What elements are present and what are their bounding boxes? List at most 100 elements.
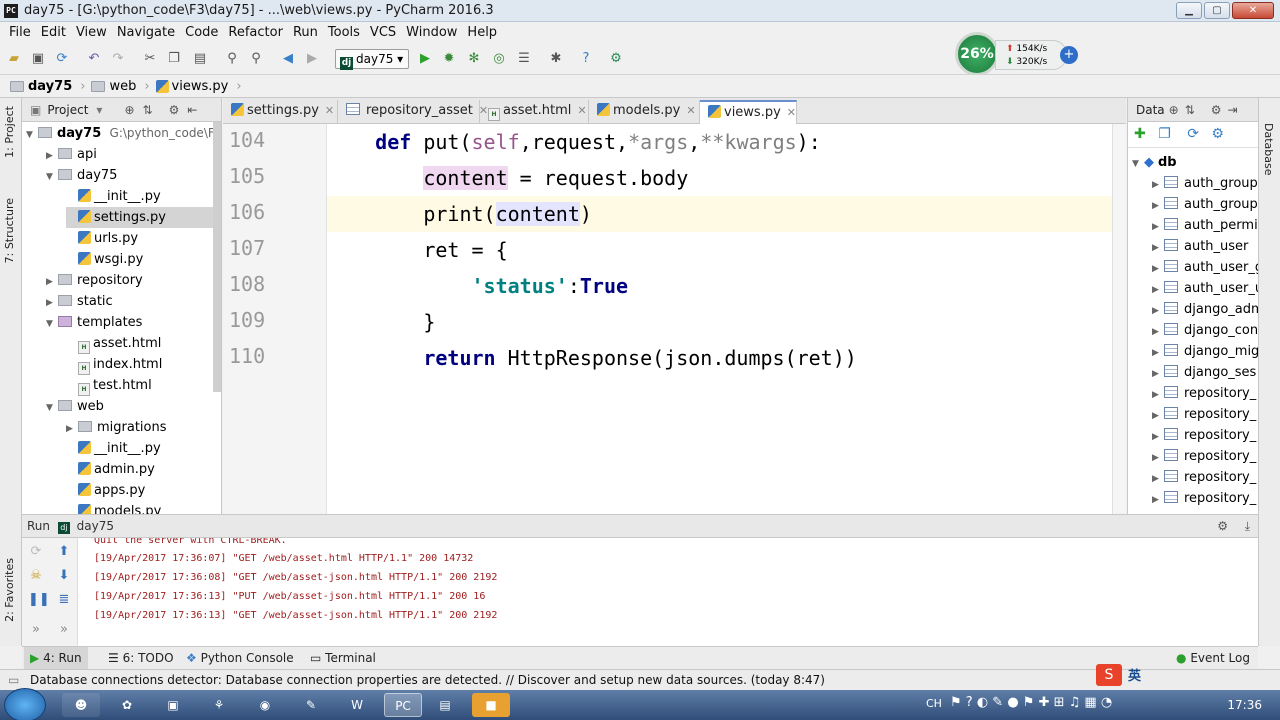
replace-icon[interactable]: ⚲: [248, 51, 264, 67]
tree-item[interactable]: ▶ static: [46, 291, 221, 312]
tab-models-py[interactable]: models.py ✕: [589, 100, 700, 124]
ime-mode[interactable]: 英: [1128, 665, 1141, 684]
db-table-item[interactable]: ▶ django_ses: [1152, 362, 1256, 383]
db-table-item[interactable]: ▶ repository_: [1152, 404, 1256, 425]
find-icon[interactable]: ⚲: [224, 51, 240, 67]
pycharm-taskbar-icon[interactable]: PC: [384, 693, 422, 717]
menu-view[interactable]: View: [71, 25, 112, 40]
hide-panel-icon[interactable]: ⤓: [1245, 515, 1250, 537]
db-table-item[interactable]: ▶ django_con: [1152, 320, 1258, 341]
soft-wrap-icon[interactable]: ≣: [56, 592, 72, 608]
target-icon[interactable]: ⊕: [124, 103, 134, 117]
menu-run[interactable]: Run: [288, 25, 323, 40]
code-line[interactable]: print(content): [327, 196, 1126, 232]
properties-icon[interactable]: ⚙: [1211, 126, 1224, 142]
tree-item[interactable]: apps.py: [66, 480, 221, 501]
close-tab-icon[interactable]: ✕: [325, 104, 334, 117]
editor-scrollbar[interactable]: [1112, 124, 1126, 514]
favorites-tool-tab[interactable]: 2: Favorites: [3, 558, 16, 622]
db-table-item[interactable]: ▶ repository_: [1152, 383, 1256, 404]
tree-item[interactable]: ▶ migrations: [66, 417, 221, 438]
add-datasource-icon[interactable]: ⊕: [1169, 103, 1179, 117]
tree-item[interactable]: Hindex.html: [66, 354, 221, 375]
tree-item[interactable]: Htest.html: [66, 375, 221, 396]
menu-refactor[interactable]: Refactor: [223, 25, 288, 40]
tree-item[interactable]: ▼ templates: [46, 312, 221, 333]
db-table-item[interactable]: ▶ repository_: [1152, 488, 1256, 509]
more-icon[interactable]: »: [28, 622, 44, 638]
structure-tool-tab[interactable]: 7: Structure: [3, 198, 16, 263]
maximize-button[interactable]: ▢: [1204, 2, 1230, 19]
chevron-down-icon[interactable]: ▾: [96, 103, 102, 117]
coverage-icon[interactable]: ✻: [466, 51, 482, 67]
breadcrumb-item[interactable]: views.py: [155, 79, 228, 94]
db-table-item[interactable]: ▶ auth_group: [1152, 173, 1258, 194]
code-line[interactable]: ret = {: [327, 232, 1126, 268]
tree-item[interactable]: __init__.py: [66, 186, 221, 207]
db-table-item[interactable]: ▶ repository_: [1152, 467, 1256, 488]
hide-panel-icon[interactable]: ⇤: [187, 103, 197, 117]
profile-icon[interactable]: ◎: [491, 51, 507, 67]
sogou-ime-icon[interactable]: S: [1096, 664, 1122, 686]
database-tool-tab[interactable]: Database: [1262, 123, 1275, 176]
project-view-select[interactable]: Project: [47, 103, 88, 117]
undo-icon[interactable]: ↶: [86, 51, 102, 67]
concurrency-icon[interactable]: ☰: [516, 51, 532, 67]
code-line[interactable]: }: [327, 304, 1126, 340]
menu-navigate[interactable]: Navigate: [112, 25, 180, 40]
taskbar-app-icon[interactable]: ☻: [62, 693, 100, 717]
close-tab-icon[interactable]: ✕: [787, 106, 796, 119]
db-table-item[interactable]: ▶ auth_user_u: [1152, 278, 1258, 299]
gear-icon[interactable]: ⚙: [1217, 515, 1228, 537]
project-tool-tab[interactable]: 1: Project: [3, 106, 16, 158]
code-line[interactable]: return HttpResponse(json.dumps(ret)): [327, 340, 1126, 376]
db-table-item[interactable]: ▶ auth_group: [1152, 194, 1258, 215]
taskbar-app-icon[interactable]: ⚘: [200, 693, 238, 717]
code-line[interactable]: content = request.body: [327, 160, 1126, 196]
db-root[interactable]: ▼ ◆ db: [1132, 152, 1177, 173]
tree-root[interactable]: ▼ day75 G:\python_code\F3\: [26, 123, 221, 144]
code-area[interactable]: 104 def put(self,request,*args,**kwargs)…: [223, 124, 1126, 514]
help-icon[interactable]: ?: [578, 51, 594, 67]
chrome-icon[interactable]: ◉: [246, 693, 284, 717]
tree-item[interactable]: wsgi.py: [66, 249, 221, 270]
tab-views-py[interactable]: views.py ✕: [700, 100, 797, 124]
collapse-icon[interactable]: ⇅: [143, 103, 153, 117]
tree-item[interactable]: admin.py: [66, 459, 221, 480]
menu-tools[interactable]: Tools: [323, 25, 365, 40]
gear-icon[interactable]: ⚙: [169, 103, 180, 117]
down-arrow-icon[interactable]: ⬇: [56, 568, 72, 584]
menu-help[interactable]: Help: [462, 25, 502, 40]
tab-settings-py[interactable]: settings.py ✕: [223, 100, 338, 124]
pause-icon[interactable]: ❚❚: [28, 592, 50, 608]
hide-panel-icon[interactable]: ⇥: [1228, 103, 1238, 117]
rerun-icon[interactable]: ⟳: [28, 544, 44, 560]
gear-icon[interactable]: ⚙: [1211, 103, 1222, 117]
notepad-icon[interactable]: ✎: [292, 693, 330, 717]
tab-todo[interactable]: ☰ 6: TODO: [102, 647, 180, 669]
db-table-item[interactable]: ▶ auth_user_g: [1152, 257, 1258, 278]
status-message[interactable]: Database connections detector: Database …: [30, 673, 825, 687]
copy-icon[interactable]: ❐: [1158, 126, 1171, 142]
debug-icon[interactable]: ✹: [441, 51, 457, 67]
db-table-item[interactable]: ▶ auth_user: [1152, 236, 1248, 257]
close-tab-icon[interactable]: ✕: [686, 104, 695, 117]
tab-repository-asset[interactable]: repository_asset ✕: [338, 100, 488, 124]
copy-icon[interactable]: ❐: [166, 51, 182, 67]
taskbar-app-icon[interactable]: ▣: [154, 693, 192, 717]
plugin-icon[interactable]: ⚙: [608, 51, 624, 67]
forward-icon[interactable]: ▶: [304, 51, 320, 67]
tab-python-console[interactable]: ❖ Python Console: [180, 647, 300, 669]
paste-icon[interactable]: ▤: [192, 51, 208, 67]
status-toggle-icon[interactable]: ▭: [8, 670, 19, 690]
tab-event-log[interactable]: ● Event Log: [1170, 647, 1256, 669]
tab-terminal[interactable]: ▭ Terminal: [304, 647, 382, 669]
boost-button[interactable]: +: [1060, 46, 1078, 64]
console-output[interactable]: Quit the server with CTRL-BREAK. [19/Apr/…: [94, 538, 497, 625]
tree-item[interactable]: settings.py: [66, 207, 221, 228]
db-table-item[interactable]: ▶ auth_permis: [1152, 215, 1258, 236]
project-scrollbar[interactable]: [213, 122, 221, 392]
db-table-item[interactable]: ▶ repository_: [1152, 425, 1256, 446]
tab-run[interactable]: ▶ 4: Run: [24, 647, 88, 669]
more-icon[interactable]: »: [56, 622, 72, 638]
